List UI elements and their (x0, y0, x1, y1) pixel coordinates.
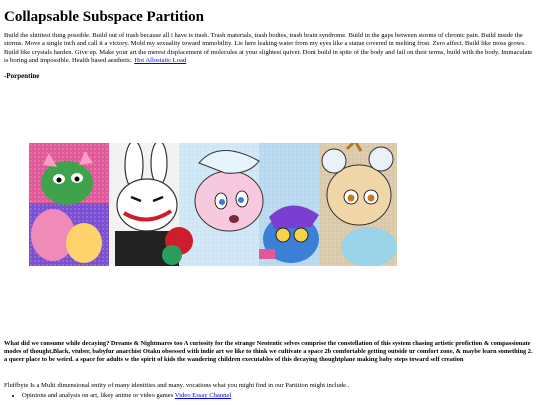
intro-paragraph: Build the shittiest thing possible. Buil… (4, 32, 534, 65)
hot-allostatic-load-link[interactable]: Hot Allostatic Load (134, 57, 186, 64)
list-item: Opinions and analysis on art, likey anim… (22, 392, 231, 400)
banner-illustration (29, 143, 397, 266)
intro-paragraph-2: Fluffbyte Is a Multi dimensional entity … (4, 382, 350, 389)
page: Collapsable Subspace Partition Build the… (0, 0, 540, 405)
signature: -Porpentine (4, 72, 40, 80)
page-title: Collapsable Subspace Partition (4, 9, 205, 25)
vocations-list: Opinions and analysis on art, likey anim… (4, 392, 231, 400)
video-essay-channel-link[interactable]: Video Essay Channel (175, 392, 231, 399)
description: What did we consume while decaying? Drea… (4, 340, 533, 363)
banner-image (29, 143, 397, 266)
intro-text: Build the shittiest thing possible. Buil… (4, 32, 533, 64)
list-item-text: Opinions and analysis on art, likey anim… (22, 392, 174, 399)
